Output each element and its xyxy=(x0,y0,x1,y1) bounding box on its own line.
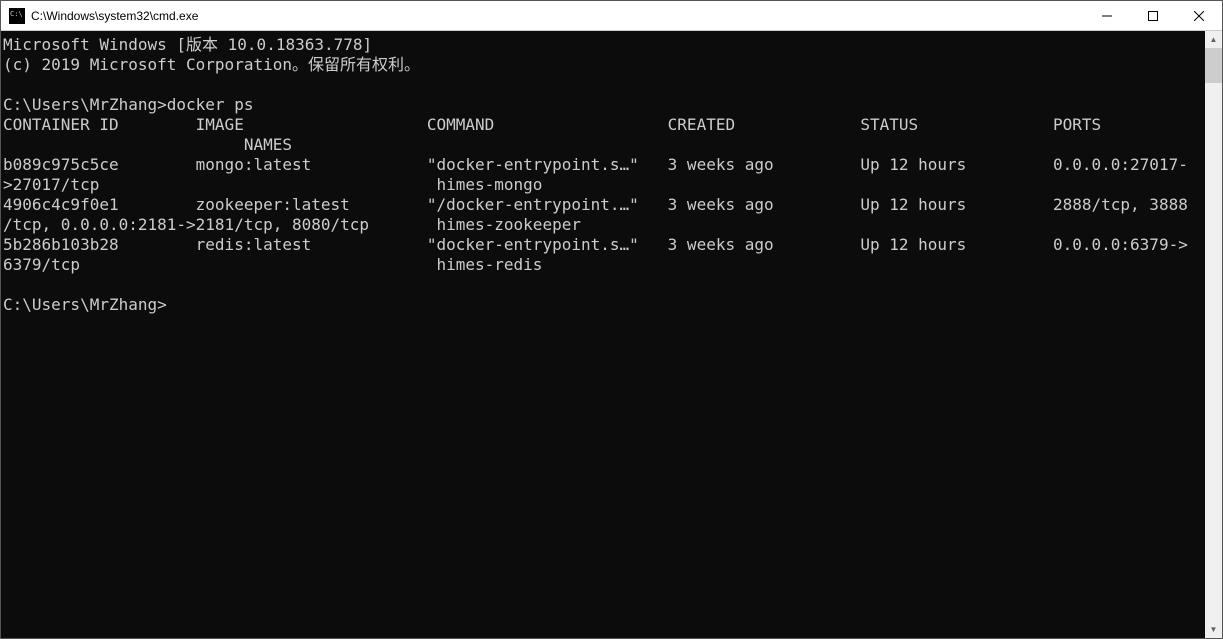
terminal-output[interactable]: Microsoft Windows [版本 10.0.18363.778] (c… xyxy=(1,31,1205,638)
minimize-icon xyxy=(1102,11,1112,21)
titlebar[interactable]: C:\Windows\system32\cmd.exe xyxy=(1,1,1222,31)
maximize-icon xyxy=(1148,11,1158,21)
cmd-window: C:\Windows\system32\cmd.exe Microsoft Wi… xyxy=(0,0,1223,639)
maximize-button[interactable] xyxy=(1130,1,1176,30)
scrollbar-track[interactable] xyxy=(1205,48,1222,621)
close-button[interactable] xyxy=(1176,1,1222,30)
close-icon xyxy=(1194,11,1204,21)
scrollbar-thumb[interactable] xyxy=(1205,48,1222,83)
window-controls xyxy=(1084,1,1222,30)
vertical-scrollbar[interactable]: ▲ ▼ xyxy=(1205,31,1222,638)
cmd-icon xyxy=(9,8,25,24)
minimize-button[interactable] xyxy=(1084,1,1130,30)
scroll-down-button[interactable]: ▼ xyxy=(1205,621,1222,638)
terminal-wrap: Microsoft Windows [版本 10.0.18363.778] (c… xyxy=(1,31,1222,638)
scroll-up-button[interactable]: ▲ xyxy=(1205,31,1222,48)
window-title: C:\Windows\system32\cmd.exe xyxy=(31,9,1084,23)
